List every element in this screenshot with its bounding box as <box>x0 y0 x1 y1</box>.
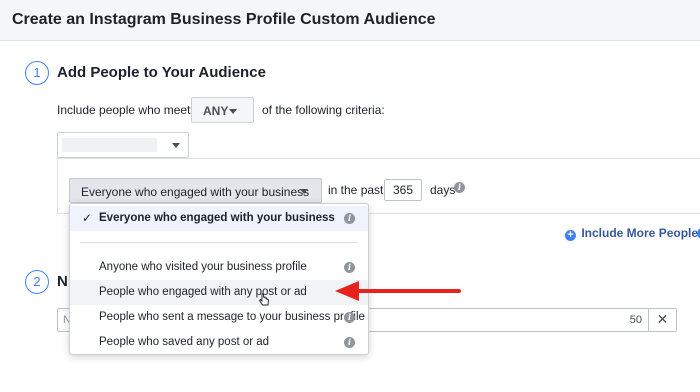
plus-circle-icon: + <box>565 230 576 241</box>
include-suffix-label: of the following criteria: <box>262 103 385 117</box>
info-icon[interactable]: i <box>344 213 355 224</box>
info-icon[interactable]: i <box>344 262 355 273</box>
source-account-select[interactable] <box>57 132 189 158</box>
chevron-down-icon <box>229 109 237 114</box>
menu-option-everyone-engaged[interactable]: ✓ Everyone who engaged with your busines… <box>70 206 368 231</box>
match-any-label: ANY <box>203 104 229 118</box>
section-title-name-audience: N <box>57 273 68 290</box>
close-icon[interactable]: ✕ <box>648 308 676 332</box>
hand-cursor-icon <box>258 293 269 306</box>
chevron-down-icon <box>300 189 308 194</box>
chevron-down-icon <box>172 143 180 148</box>
menu-option-visited-profile[interactable]: Anyone who visited your business profile… <box>70 255 368 280</box>
engagement-type-dropdown[interactable]: Everyone who engaged with your business <box>69 178 322 203</box>
section-title-add-people: Add People to Your Audience <box>57 64 266 81</box>
days-label: days <box>430 183 456 197</box>
blurred-account-name <box>62 138 157 152</box>
check-icon: ✓ <box>82 211 93 225</box>
include-more-people-label: Include More People <box>581 226 699 240</box>
dialog-title: Create an Instagram Business Profile Cus… <box>12 11 436 28</box>
menu-divider <box>80 242 358 243</box>
in-the-past-label: in the past <box>328 183 384 197</box>
menu-option-label: People who engaged with any post or ad <box>99 286 307 298</box>
engagement-type-menu: ✓ Everyone who engaged with your busines… <box>69 203 369 355</box>
step-number-2: 2 <box>25 270 49 294</box>
menu-option-label: People who saved any post or ad <box>99 336 270 348</box>
char-count: 50 <box>629 314 642 326</box>
info-icon[interactable]: i <box>344 337 355 348</box>
include-more-people-link[interactable]: + Include More People <box>565 226 698 241</box>
info-icon[interactable]: i <box>454 182 465 193</box>
menu-option-engaged-post[interactable]: People who engaged with any post or ad <box>70 280 368 305</box>
dialog-header: Create an Instagram Business Profile Cus… <box>0 0 700 41</box>
menu-option-label: Anyone who visited your business profile <box>99 261 307 273</box>
menu-option-sent-message[interactable]: People who sent a message to your busine… <box>70 305 368 330</box>
menu-option-saved-post[interactable]: People who saved any post or ad i <box>70 330 368 355</box>
include-prefix-label: Include people who meet <box>57 103 191 117</box>
info-icon[interactable]: i <box>344 312 355 323</box>
step-number-1: 1 <box>25 61 49 85</box>
days-input[interactable]: 365 <box>384 179 422 201</box>
menu-option-label: Everyone who engaged with your business <box>99 212 335 224</box>
red-arrow-annotation <box>335 281 461 301</box>
menu-option-label: People who sent a message to your busine… <box>99 311 365 323</box>
match-any-dropdown[interactable]: ANY <box>191 97 254 123</box>
engagement-type-label: Everyone who engaged with your business <box>81 185 310 199</box>
